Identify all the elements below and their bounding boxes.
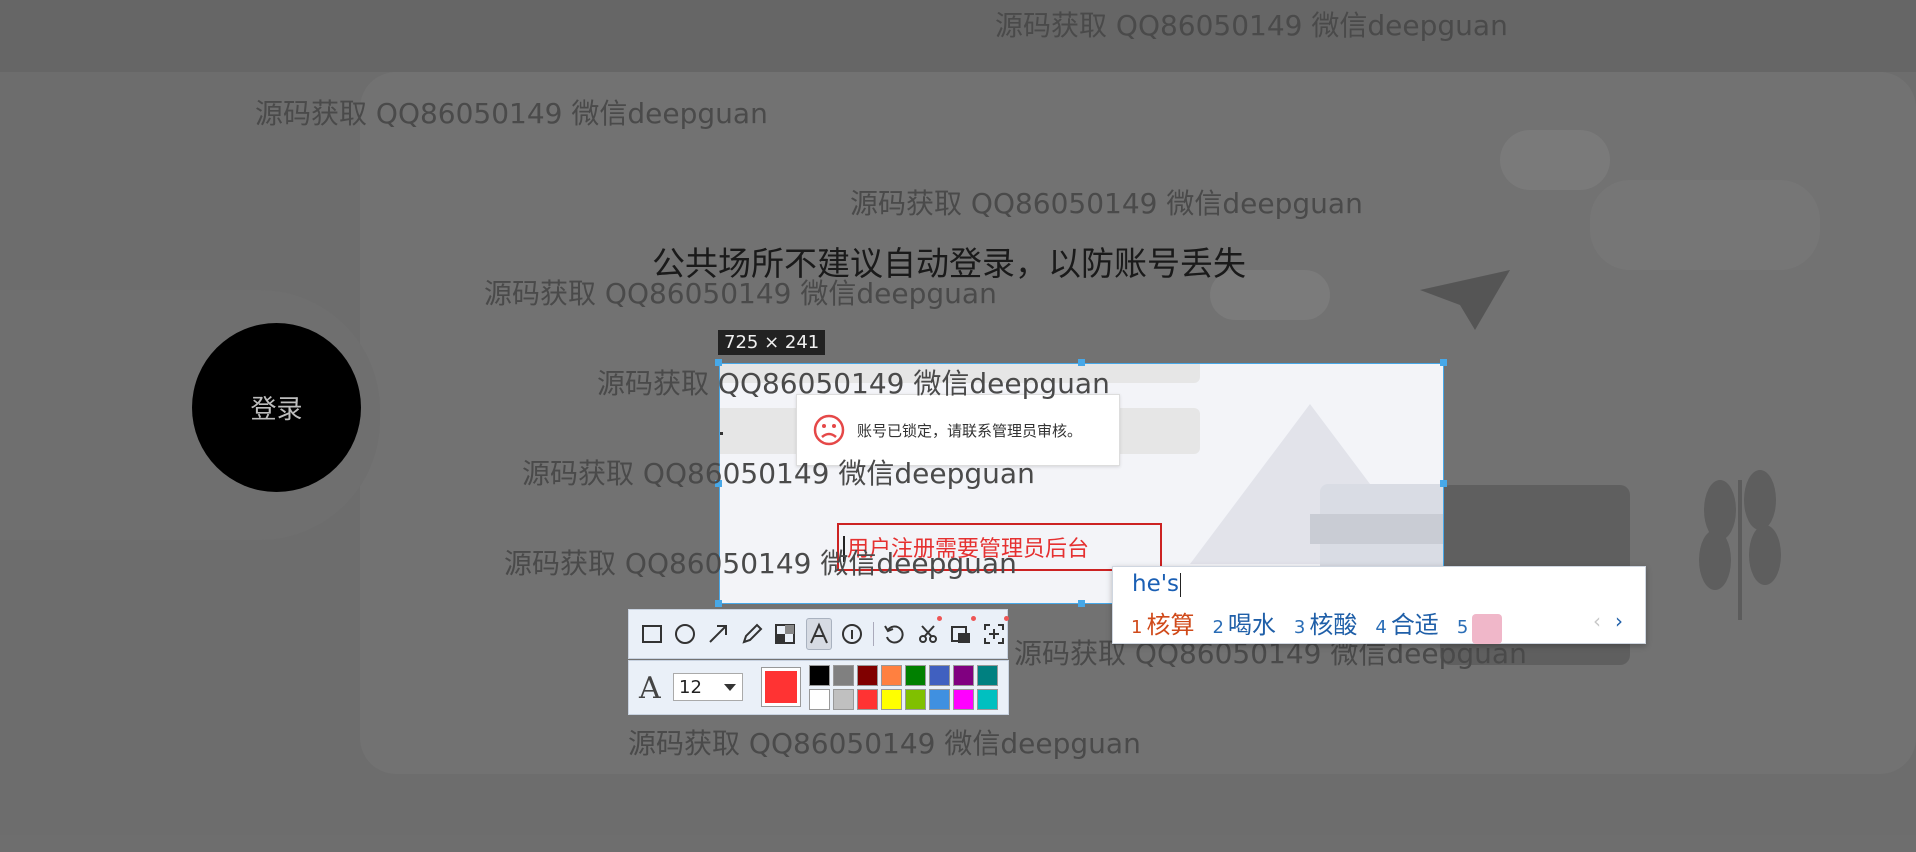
pencil-tool[interactable]	[739, 618, 764, 650]
current-color-fill	[765, 671, 797, 703]
toolbar-divider	[872, 622, 874, 646]
cut-icon	[918, 625, 937, 643]
text-icon	[809, 622, 828, 644]
bottom-strip	[0, 835, 1916, 852]
resize-handle-r[interactable]	[1440, 480, 1447, 487]
candidate-number: 5	[1456, 617, 1469, 638]
ime-candidate-list: 1 核算 2 喝水 3 核酸 4 合适 5	[1131, 605, 1503, 644]
color-swatch[interactable]	[881, 689, 902, 710]
ime-prev-page-icon[interactable]: ‹	[1593, 609, 1601, 633]
watermark-text: 源码获取 QQ86050149 微信deepguan	[628, 727, 1141, 760]
watermark-text: 源码获取 QQ86050149 微信deepguan	[522, 457, 1035, 490]
marker-dot	[720, 432, 723, 435]
ellipse-icon	[674, 624, 695, 644]
resize-handle-tr[interactable]	[1440, 359, 1447, 366]
ime-next-page-icon[interactable]: ›	[1615, 609, 1623, 633]
color-swatch[interactable]	[929, 689, 950, 710]
candidate-number: 2	[1212, 617, 1224, 638]
color-swatch[interactable]	[857, 689, 878, 710]
ime-candidate-2[interactable]: 2 喝水	[1212, 605, 1275, 640]
candidate-text: 核算	[1146, 611, 1195, 639]
ime-candidate-5[interactable]: 5	[1456, 613, 1503, 644]
pencil-icon	[742, 623, 763, 644]
color-palette	[809, 665, 998, 710]
watermark-text: 源码获取 QQ86050149 微信deepguan	[255, 97, 768, 130]
watermark-text: 源码获取 QQ86050149 微信deepguan	[995, 9, 1508, 42]
cut-tool[interactable]	[915, 616, 943, 650]
ime-candidate-4[interactable]: 4 合适	[1375, 605, 1438, 640]
ime-input-text: he's	[1132, 571, 1180, 597]
arrow-tool[interactable]	[706, 618, 731, 650]
current-color-swatch[interactable]	[761, 667, 801, 707]
selection-size-badge: 725 × 241	[718, 330, 826, 355]
color-swatch[interactable]	[953, 689, 974, 710]
undo-tool[interactable]	[882, 618, 907, 650]
candidate-number: 1	[1131, 617, 1143, 638]
font-size-value: 12	[679, 676, 702, 698]
decoration-block	[1590, 180, 1820, 270]
fullscreen-icon	[984, 624, 1005, 644]
color-swatch[interactable]	[857, 665, 878, 686]
candidate-number: 3	[1293, 617, 1306, 638]
mosaic-tool[interactable]	[772, 618, 797, 650]
resize-handle-b[interactable]	[1078, 600, 1085, 607]
color-swatch[interactable]	[833, 665, 854, 686]
top-band	[0, 0, 1916, 72]
watermark-text: 源码获取 QQ86050149 微信deepguan	[484, 277, 997, 310]
ellipse-tool[interactable]	[672, 618, 697, 650]
candidate-text: 合适	[1390, 611, 1439, 639]
watermark-text: 源码获取 QQ86050149 微信deepguan	[504, 547, 1017, 580]
candidate-text: 喝水	[1227, 611, 1276, 639]
login-button[interactable]: 登录	[192, 323, 361, 492]
color-swatch[interactable]	[809, 689, 830, 710]
fullscreen-tool[interactable]	[982, 616, 1010, 650]
undo-icon	[884, 625, 905, 644]
color-swatch[interactable]	[881, 665, 902, 686]
color-swatch[interactable]	[953, 665, 974, 686]
number-tool[interactable]	[840, 618, 865, 650]
arrow-icon	[709, 625, 728, 643]
mosaic-icon	[774, 624, 795, 644]
color-swatch[interactable]	[977, 689, 998, 710]
annotation-toolbar	[628, 609, 1010, 659]
sad-face-icon	[813, 414, 845, 446]
cloud-decoration	[1500, 130, 1610, 190]
ime-composition-text: he's	[1132, 571, 1182, 597]
color-swatch[interactable]	[905, 689, 926, 710]
pin-icon	[951, 626, 971, 643]
font-size-select[interactable]: 12	[673, 673, 743, 701]
ime-candidate-3[interactable]: 3 核酸	[1294, 605, 1357, 640]
candidate-text: 核酸	[1309, 611, 1358, 639]
text-tool[interactable]	[805, 618, 832, 650]
rectangle-icon	[641, 625, 662, 643]
plant-illustration	[1699, 470, 1781, 620]
color-swatch[interactable]	[929, 665, 950, 686]
color-swatch[interactable]	[905, 665, 926, 686]
emoji-sticker-icon	[1472, 613, 1503, 644]
text-style-bar: A 12	[628, 660, 1009, 715]
font-icon: A	[639, 671, 661, 706]
rectangle-tool[interactable]	[639, 618, 664, 650]
paper-plane-icon	[1420, 270, 1510, 330]
number-icon	[842, 624, 863, 644]
watermark-text: 源码获取 QQ86050149 微信deepguan	[850, 187, 1363, 220]
color-swatch[interactable]	[833, 689, 854, 710]
ime-caret	[1180, 572, 1182, 597]
card-illustration	[1310, 514, 1443, 544]
alert-message: 账号已锁定，请联系管理员审核。	[857, 421, 1083, 440]
chevron-down-icon	[724, 684, 736, 691]
color-swatch[interactable]	[977, 665, 998, 686]
color-swatch[interactable]	[809, 665, 830, 686]
ime-candidate-1[interactable]: 1 核算	[1131, 605, 1194, 640]
pin-tool[interactable]	[948, 616, 977, 650]
watermark-text: 源码获取 QQ86050149 微信deepguan	[597, 367, 1110, 400]
ime-candidate-window: he's 1 核算 2 喝水 3 核酸 4 合适 5 ‹ ›	[1112, 566, 1646, 644]
resize-handle-bl[interactable]	[715, 600, 722, 607]
candidate-number: 4	[1375, 617, 1387, 638]
